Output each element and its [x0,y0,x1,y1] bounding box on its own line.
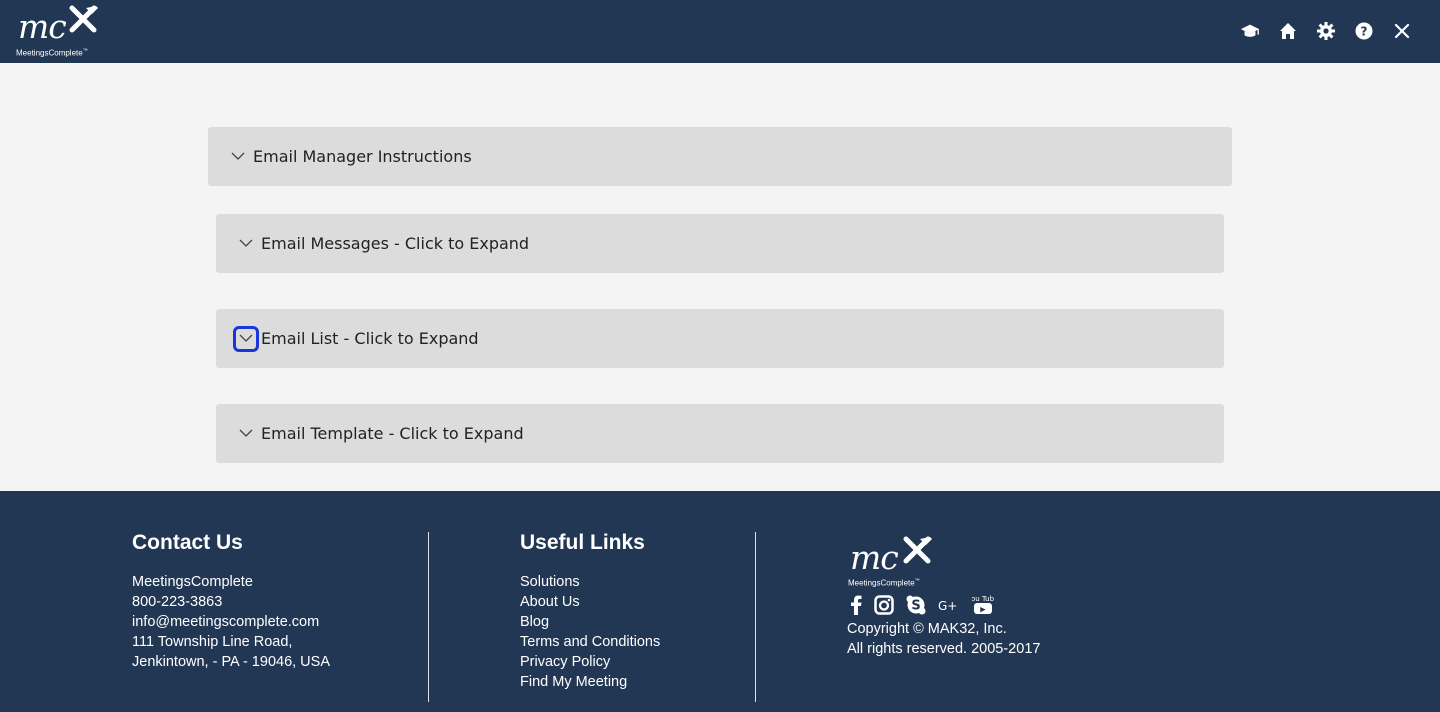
footer-divider [428,532,429,702]
airplane-icon [69,5,98,33]
footer: Contact Us MeetingsComplete 800-223-3863… [0,491,1440,712]
panel-email-list[interactable]: Email List - Click to Expand [216,309,1224,368]
chevron-down-icon[interactable] [237,425,255,443]
link-find-my-meeting[interactable]: Find My Meeting [520,672,660,692]
contact-company: MeetingsComplete [132,574,253,590]
chevron-down-icon[interactable] [229,148,247,166]
svg-text:You Tube: You Tube [972,595,994,603]
panel-email-template[interactable]: Email Template - Click to Expand [216,404,1224,463]
contact-us-heading: Contact Us [132,531,243,554]
copyright: Copyright © MAK32, Inc. All rights reser… [847,619,1040,659]
graduation-cap-icon[interactable] [1240,21,1260,41]
facebook-icon[interactable] [850,594,862,616]
contact-address-line2: Jenkintown, - PA - 19046, USA [132,654,331,670]
contact-address-line1: 111 Township Line Road, [132,634,293,650]
contact-email[interactable]: info@meetingscomplete.com [132,612,330,632]
panel-email-messages[interactable]: Email Messages - Click to Expand [216,214,1224,273]
panel-title: Email List - Click to Expand [261,329,479,348]
contact-details: MeetingsComplete 800-223-3863 info@meeti… [132,572,330,672]
link-privacy-policy[interactable]: Privacy Policy [520,652,660,672]
youtube-icon[interactable]: You Tube ▶ [972,594,994,616]
google-plus-icon[interactable]: G+ [938,594,960,616]
meetingscomplete-logo[interactable]: mc MeetingsComplete™ [14,4,104,60]
home-icon[interactable] [1278,21,1298,41]
svg-text:?: ? [1361,25,1368,39]
panel-title: Email Messages - Click to Expand [261,234,530,253]
footer-logo: mc MeetingsComplete™ [846,535,946,591]
logo-mc-text: mc [850,538,899,577]
help-icon[interactable]: ? [1354,21,1374,41]
link-about-us[interactable]: About Us [520,592,660,612]
useful-links-heading: Useful Links [520,531,645,554]
main-content: Email Manager Instructions Email Message… [0,63,1440,491]
header-toolbar: ? [1240,21,1412,41]
logo-mc-text: mc [18,7,67,46]
contact-phone[interactable]: 800-223-3863 [132,592,330,612]
airplane-icon [903,536,932,564]
link-solutions[interactable]: Solutions [520,572,660,592]
instagram-icon[interactable] [874,594,894,616]
chevron-down-icon[interactable] [233,325,259,352]
logo-brand-text: MeetingsComplete™ [16,48,88,58]
logo-brand-text: MeetingsComplete™ [848,578,920,588]
skype-icon[interactable]: S [906,594,926,616]
useful-links-list: Solutions About Us Blog Terms and Condit… [520,572,660,692]
close-icon[interactable] [1392,21,1412,41]
svg-text:▶: ▶ [980,606,986,614]
gear-icon[interactable] [1316,21,1336,41]
link-blog[interactable]: Blog [520,612,660,632]
panel-title: Email Template - Click to Expand [261,424,524,443]
rights-line: All rights reserved. 2005-2017 [847,641,1041,657]
social-icons: S G+ You Tube ▶ [850,594,994,616]
top-bar: mc MeetingsComplete™ ? [0,0,1440,63]
svg-text:G+: G+ [938,599,957,613]
link-terms-and-conditions[interactable]: Terms and Conditions [520,632,660,652]
chevron-down-icon[interactable] [237,235,255,253]
panel-title: Email Manager Instructions [253,147,472,166]
panel-email-manager-instructions[interactable]: Email Manager Instructions [208,127,1232,186]
copyright-line: Copyright © MAK32, Inc. [847,621,1007,637]
footer-divider [755,532,756,702]
svg-text:S: S [911,599,920,614]
